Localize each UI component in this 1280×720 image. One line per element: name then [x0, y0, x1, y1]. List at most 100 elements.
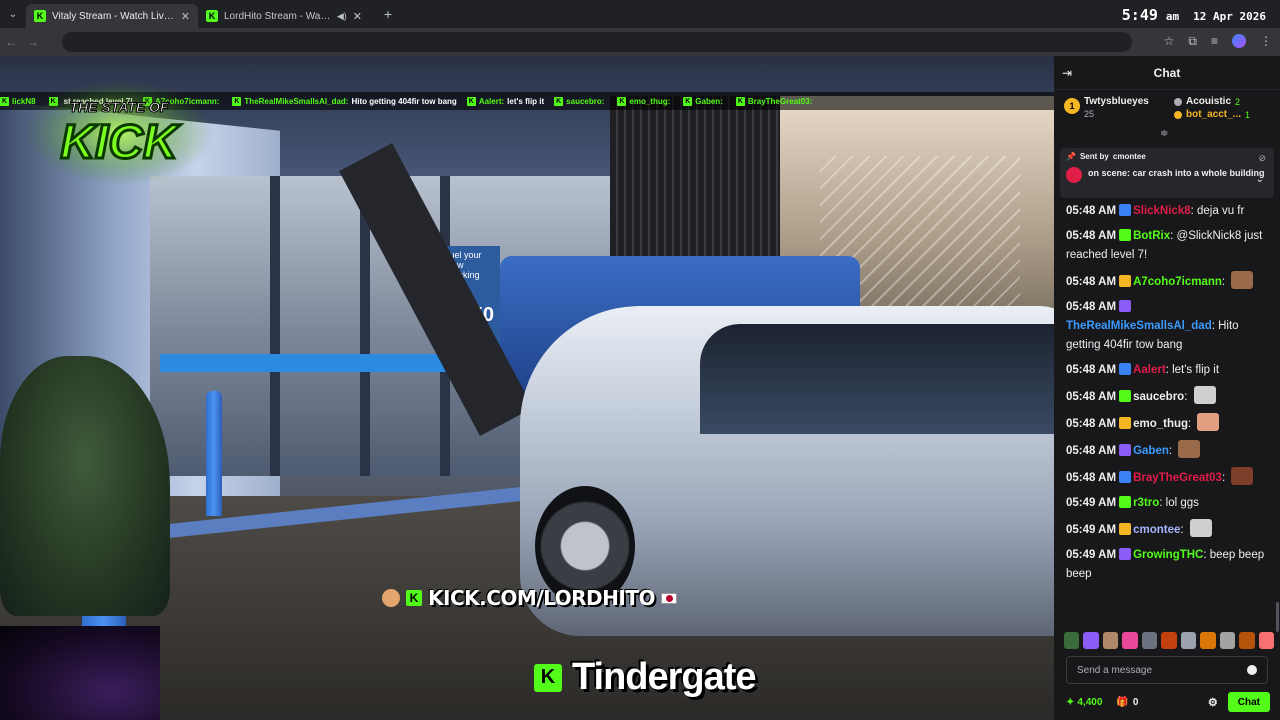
tab-search-icon[interactable]: ⌄ [0, 0, 26, 28]
video-player[interactable]: Fuel your grow checking bonu $1,50 Klick… [0, 56, 1054, 720]
unpin-icon[interactable]: ⊘ [1258, 153, 1266, 164]
emote-icon[interactable] [1064, 632, 1080, 649]
clock-time: 5:49 [1121, 6, 1158, 24]
chat-message: 05:48 AM BrayTheGreat03: [1066, 467, 1270, 488]
message-time: 05:49 AM [1066, 524, 1117, 536]
message-username[interactable]: cmontee [1133, 524, 1180, 536]
address-bar[interactable] [62, 32, 1132, 52]
chat-message: 05:48 AM emo_thug: [1066, 413, 1270, 434]
message-separator: : [1221, 472, 1229, 484]
collapse-chat-icon[interactable]: ⇥ [1062, 66, 1072, 80]
stream-caption: K Tindergate [534, 656, 757, 699]
chat-input-box[interactable] [1066, 656, 1268, 684]
user-badge-icon [1119, 300, 1132, 312]
kick-logo-icon: K [406, 590, 422, 606]
kick-logo-icon: K [735, 96, 745, 106]
close-tab-icon[interactable]: ✕ [353, 10, 362, 23]
emote-icon [1189, 519, 1212, 537]
emote-icon[interactable] [1258, 632, 1274, 649]
chat-message: 05:48 AMTheRealMikeSmallsAl_dad: Hito ge… [1066, 298, 1270, 355]
chevron-down-icon[interactable]: ⌄ [1256, 174, 1264, 185]
ticker-user: saucebro: [566, 96, 605, 106]
emote-icon[interactable] [1200, 632, 1216, 649]
tab-vitaly[interactable]: K Vitaly Stream - Watch Live on K ✕ [26, 4, 198, 28]
message-username[interactable]: GrowingTHC [1133, 549, 1203, 561]
emote-icon[interactable] [1219, 632, 1236, 649]
leader-first-name[interactable]: Twtysblueyes [1084, 96, 1164, 107]
message-username[interactable]: BrayTheGreat03 [1133, 472, 1222, 484]
chat-messages: 05:48 AM SlickNick8: deja vu fr 05:48 AM Bo… [1054, 202, 1280, 636]
user-badge-icon [1119, 275, 1132, 287]
gift-value: 0 [1132, 696, 1139, 708]
chat-input[interactable] [1077, 664, 1247, 676]
profile-avatar[interactable] [1232, 34, 1246, 48]
emote-icon[interactable] [1122, 632, 1138, 649]
message-time: 05:48 AM [1066, 364, 1117, 376]
chat-message: 05:48 AM A7coho7icmann: [1066, 271, 1270, 292]
chat-message: 05:49 AM r3tro: lol ggs [1066, 494, 1270, 513]
media-controls-icon[interactable]: ≡ [1211, 34, 1218, 49]
rank-3-icon [1174, 110, 1182, 119]
message-username[interactable]: BotRix [1133, 230, 1170, 242]
tab-title: Vitaly Stream - Watch Live on K [52, 10, 175, 22]
close-tab-icon[interactable]: ✕ [181, 10, 190, 23]
tab-lordhito[interactable]: K LordHito Stream - Watch L ◀) ✕ [198, 4, 370, 28]
message-time: 05:49 AM [1066, 549, 1117, 561]
pinned-toggle-icon[interactable]: ≑ [1160, 128, 1168, 139]
chat-header: ⇥ Chat [1054, 56, 1280, 90]
message-separator: : [1184, 391, 1191, 403]
channel-points[interactable]: ✦ 4,400 [1066, 697, 1102, 708]
emote-bar [1064, 632, 1274, 650]
chat-message: 05:48 AM Gaben: [1066, 440, 1270, 461]
gear-icon[interactable]: ⚙ [1208, 696, 1218, 709]
message-text: let's flip it [1172, 364, 1220, 376]
message-username[interactable]: saucebro [1133, 391, 1184, 403]
emote-icon[interactable] [1161, 632, 1177, 649]
emote-icon[interactable] [1102, 632, 1119, 649]
message-username[interactable]: A7coho7icmann [1133, 276, 1222, 288]
emote-icon [1231, 467, 1254, 485]
message-text: lol ggs [1165, 497, 1199, 509]
new-tab-button[interactable]: + [376, 6, 400, 22]
message-username[interactable]: r3tro [1133, 497, 1159, 509]
forward-arrow-icon[interactable]: → [22, 35, 44, 49]
emote-icon[interactable] [1141, 632, 1158, 649]
kick-favicon-icon: K [206, 10, 218, 22]
emote-icon[interactable] [1180, 632, 1197, 649]
pin-icon: 📌 [1066, 152, 1076, 161]
leader-third[interactable]: bot_acct_... 1 [1174, 109, 1250, 120]
bookmark-star-icon[interactable]: ☆ [1164, 34, 1175, 49]
message-username[interactable]: Aalert [1133, 364, 1166, 376]
kick-logo-icon: K [232, 96, 242, 106]
chat-message: 05:49 AM GrowingTHC: beep beep beep [1066, 546, 1270, 584]
ticker-item: Kemo_thug: [617, 96, 683, 106]
emote-icon [382, 589, 400, 607]
message-time: 05:49 AM [1066, 497, 1117, 509]
message-username[interactable]: TheRealMikeSmallsAl_dad [1066, 320, 1212, 332]
extensions-icon[interactable]: ⧉ [1188, 34, 1197, 49]
emote-icon[interactable] [1083, 632, 1099, 649]
chat-scrollbar[interactable] [1276, 202, 1279, 632]
send-chat-button[interactable]: Chat [1227, 692, 1270, 712]
message-username[interactable]: emo_thug [1133, 418, 1188, 430]
emote-icon[interactable] [1239, 632, 1255, 649]
menu-kebab-icon[interactable]: ⋮ [1260, 34, 1272, 49]
message-username[interactable]: Gaben [1133, 445, 1169, 457]
emoji-picker-icon[interactable] [1247, 665, 1257, 675]
clock-overlay: 5:49 am 12 Apr 2026 [1122, 6, 1266, 24]
back-arrow-icon[interactable]: ← [0, 35, 22, 49]
clock-date: 12 Apr 2026 [1193, 10, 1266, 23]
leader-second[interactable]: Acouistic 2 [1174, 96, 1250, 107]
chat-message: 05:48 AM SlickNick8: deja vu fr [1066, 202, 1270, 221]
gift-leaderboard: 1 Twtysblueyes 25 Acouistic 2 bot_acct_.… [1054, 90, 1280, 132]
gift-counter[interactable]: 🎁 0 [1116, 697, 1138, 708]
points-value: 4,400 [1077, 696, 1103, 708]
message-time: 05:48 AM [1066, 276, 1117, 288]
message-username[interactable]: SlickNick8 [1133, 205, 1191, 217]
message-time: 05:48 AM [1066, 230, 1117, 242]
pinned-message[interactable]: 📌 Sent by cmontee ⊘ on scene: car crash … [1060, 148, 1274, 198]
user-badge-icon [1119, 204, 1132, 216]
speaker-icon[interactable]: ◀) [337, 11, 347, 22]
kick-logo-icon: K [534, 663, 562, 692]
message-time: 05:48 AM [1066, 445, 1117, 457]
